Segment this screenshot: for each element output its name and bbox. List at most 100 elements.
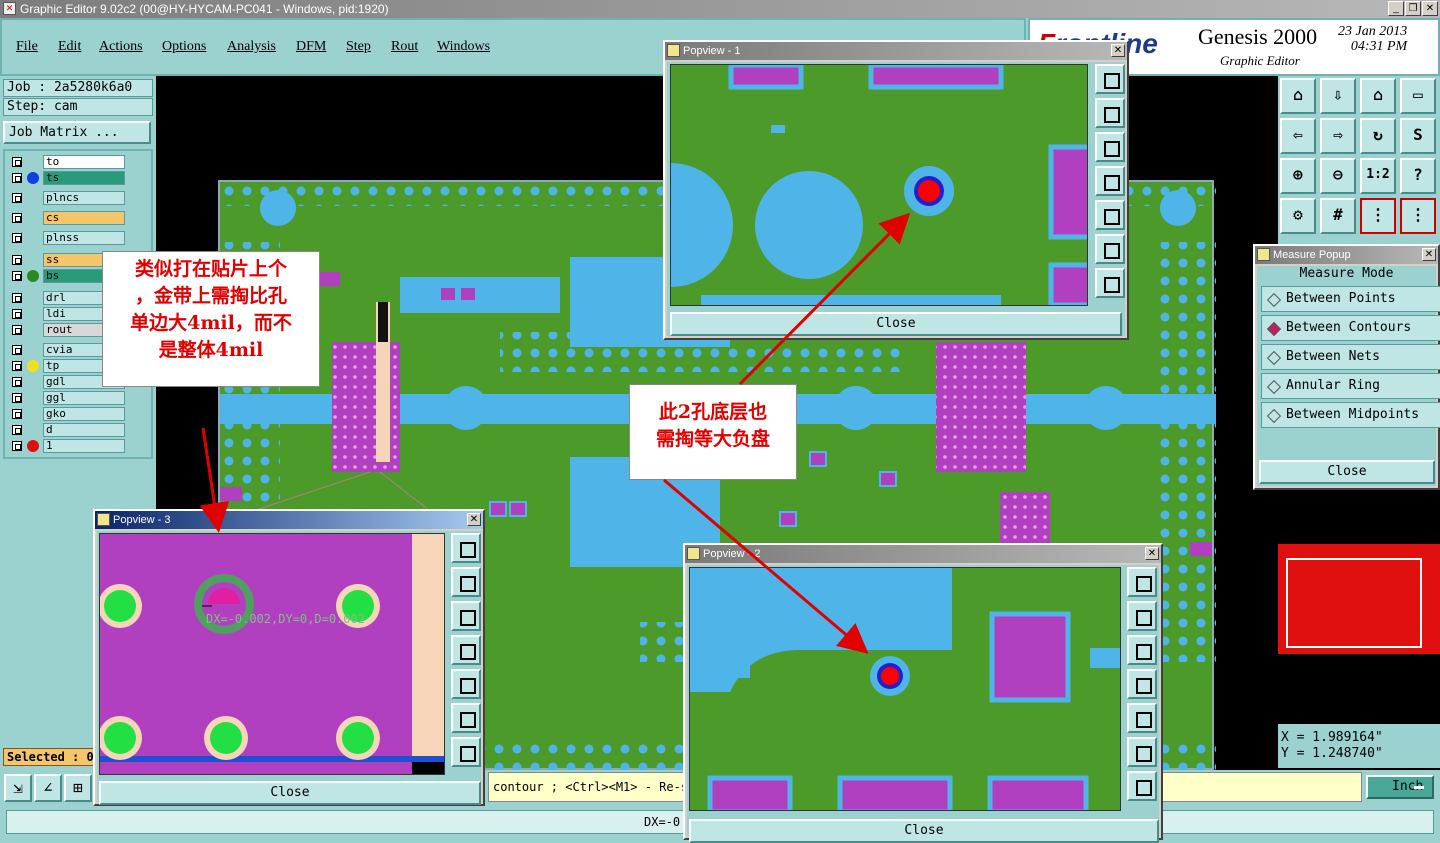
layer-select-icon[interactable]: ⋮ [1400, 198, 1436, 234]
layer-checkbox[interactable] [12, 309, 22, 319]
pan-right-icon[interactable] [1095, 200, 1125, 230]
layer-checkbox[interactable] [12, 233, 22, 243]
layer-row-plnss[interactable]: plnss [9, 231, 127, 245]
measure-tool-icon[interactable]: ∠ [34, 774, 62, 802]
zoom-out-icon[interactable] [1095, 268, 1125, 298]
measure-close-button[interactable]: Close [1259, 460, 1435, 484]
layer-row-ggl[interactable]: ggl [9, 391, 127, 405]
zoom-fit-icon[interactable] [1127, 567, 1157, 597]
menu-file[interactable]: File [16, 39, 38, 55]
grid-tool-icon[interactable]: ⊞ [64, 774, 92, 802]
snap-icon[interactable]: S [1400, 118, 1436, 154]
layer-checkbox[interactable] [12, 441, 22, 451]
layer-checkbox[interactable] [12, 377, 22, 387]
menu-dfm[interactable]: DFM [296, 39, 326, 55]
layer-row-ts[interactable]: ts [9, 171, 127, 185]
pan-down-icon[interactable] [1095, 132, 1125, 162]
menu-analysis[interactable]: Analysis [227, 39, 276, 55]
layer-checkbox[interactable] [12, 193, 22, 203]
pan-left-icon[interactable] [1127, 669, 1157, 699]
redraw-icon[interactable]: ↻ [1360, 118, 1396, 154]
layer-name[interactable]: plncs [43, 191, 125, 205]
menu-step[interactable]: Step [346, 39, 371, 55]
layer-checkbox[interactable] [12, 157, 22, 167]
help-icon[interactable]: ? [1400, 158, 1436, 194]
menu-windows[interactable]: Windows [437, 39, 490, 55]
layer-checkbox[interactable] [12, 393, 22, 403]
layer-name[interactable]: cs [43, 211, 125, 225]
job-matrix-button[interactable]: Job Matrix ... [3, 121, 151, 144]
home-view-icon[interactable]: ⌂ [1360, 78, 1396, 114]
close-icon[interactable]: ✕ [467, 513, 481, 526]
popview-1-view[interactable] [670, 64, 1088, 306]
close-icon[interactable]: ✕ [1422, 1, 1438, 16]
layer-checkbox[interactable] [12, 425, 22, 435]
pan-left-icon[interactable]: ⇦ [1280, 118, 1316, 154]
layer-checkbox[interactable] [12, 361, 22, 371]
layer-checkbox[interactable] [12, 409, 22, 419]
zoom-out-icon[interactable]: ⊖ [1320, 158, 1356, 194]
pan-left-icon[interactable] [1095, 166, 1125, 196]
measure-mode-option[interactable]: Between Midpoints [1261, 402, 1440, 428]
layer-name[interactable]: 1 [43, 439, 125, 453]
pan-right-icon[interactable]: ⇨ [1320, 118, 1356, 154]
layer-row-cs[interactable]: cs [9, 211, 127, 225]
layer-row-gko[interactable]: gko [9, 407, 127, 421]
layer-row-d[interactable]: d [9, 423, 127, 437]
layer-checkbox[interactable] [12, 271, 22, 281]
close-icon[interactable]: ✕ [1422, 248, 1436, 261]
layer-name[interactable]: d [43, 423, 125, 437]
pan-right-icon[interactable] [451, 669, 481, 699]
zoom-one-to-two-icon[interactable]: 1:2 [1360, 158, 1396, 194]
popview-2-view[interactable] [689, 567, 1121, 811]
zoom-fit-icon[interactable] [451, 533, 481, 563]
zoom-fit-icon[interactable] [1095, 64, 1125, 94]
measure-mode-option[interactable]: Between Points [1261, 286, 1440, 312]
layer-checkbox[interactable] [12, 345, 22, 355]
close-icon[interactable]: ✕ [1111, 44, 1125, 57]
menu-rout[interactable]: Rout [391, 39, 418, 55]
layer-checkbox[interactable] [12, 325, 22, 335]
layer-row-to[interactable]: to [9, 155, 127, 169]
layer-checkbox[interactable] [12, 173, 22, 183]
layer-compare-icon[interactable]: ⋮ [1360, 198, 1396, 234]
layer-name[interactable]: to [43, 155, 125, 169]
popview-3-view[interactable]: DX=-0.002,DY=0,D=0.002 [99, 533, 445, 775]
pan-up-icon[interactable] [1127, 601, 1157, 631]
layer-checkbox[interactable] [12, 255, 22, 265]
layer-name[interactable]: ggl [43, 391, 125, 405]
zoom-out-icon[interactable] [451, 737, 481, 767]
zoom-in-icon[interactable] [1095, 234, 1125, 264]
pan-right-icon[interactable] [1127, 703, 1157, 733]
pan-up-icon[interactable] [1095, 98, 1125, 128]
layer-checkbox[interactable] [12, 213, 22, 223]
popview-1-close-button[interactable]: Close [670, 312, 1122, 336]
pan-up-icon[interactable] [451, 567, 481, 597]
minimize-icon[interactable]: _ [1388, 1, 1404, 16]
window-view-icon[interactable]: ▭ [1400, 78, 1436, 114]
pan-down-icon[interactable]: ⇩ [1320, 78, 1356, 114]
unit-dropdown[interactable]: Inch [1366, 775, 1434, 799]
close-icon[interactable]: ✕ [1145, 547, 1159, 560]
pan-left-icon[interactable] [451, 635, 481, 665]
zoom-in-icon[interactable] [451, 703, 481, 733]
measure-mode-option[interactable]: Between Contours [1261, 315, 1440, 341]
menu-options[interactable]: Options [162, 39, 206, 55]
measure-mode-option[interactable]: Between Nets [1261, 344, 1440, 370]
popview-3-close-button[interactable]: Close [99, 781, 481, 805]
layer-name[interactable]: plnss [43, 231, 125, 245]
layer-checkbox[interactable] [12, 293, 22, 303]
layer-row-plncs[interactable]: plncs [9, 191, 127, 205]
restore-icon[interactable]: ❐ [1405, 1, 1421, 16]
grid-icon[interactable]: # [1320, 198, 1356, 234]
layer-name[interactable]: ts [43, 171, 125, 185]
menu-edit[interactable]: Edit [58, 39, 81, 55]
zoom-home-icon[interactable]: ⌂ [1280, 78, 1316, 114]
zoom-out-icon[interactable] [1127, 771, 1157, 801]
menu-actions[interactable]: Actions [99, 39, 143, 55]
zoom-in-icon[interactable] [1127, 737, 1157, 767]
pan-down-icon[interactable] [1127, 635, 1157, 665]
layer-name[interactable]: gko [43, 407, 125, 421]
popview-2-close-button[interactable]: Close [689, 819, 1159, 843]
zoom-in-icon[interactable]: ⊕ [1280, 158, 1316, 194]
